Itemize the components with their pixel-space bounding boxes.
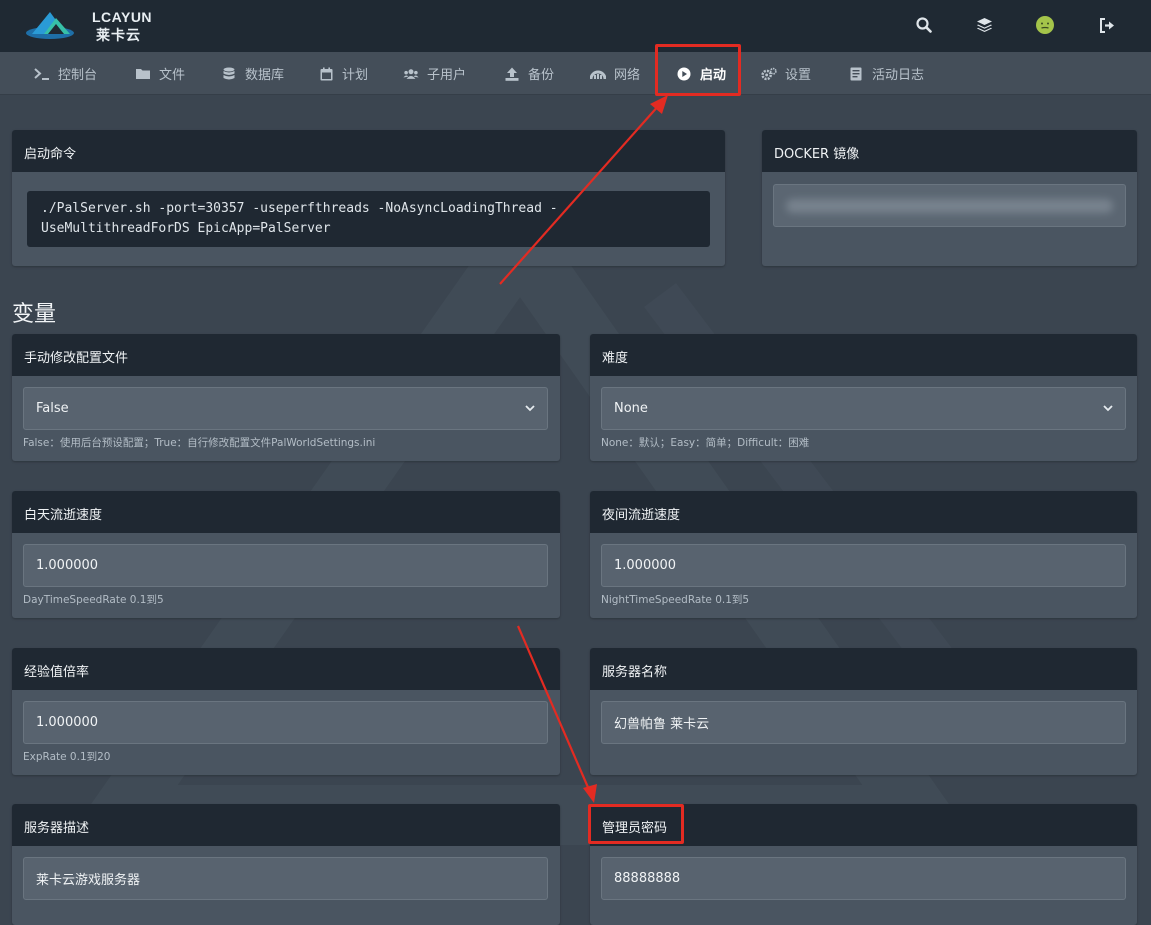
docker-image-field[interactable] xyxy=(773,184,1126,227)
network-icon xyxy=(590,67,606,81)
search-icon[interactable] xyxy=(914,15,934,35)
day-speed-card: 白天流逝速度 1.000000 DayTimeSpeedRate 0.1到5 xyxy=(12,491,560,618)
gears-icon xyxy=(761,67,777,81)
difficulty-value: None xyxy=(614,401,648,416)
play-icon xyxy=(676,67,692,81)
server-desc-input[interactable]: 莱卡云游戏服务器 xyxy=(23,857,548,900)
manual-config-hint: False：使用后台预设配置；True：自行修改配置文件PalWorldSett… xyxy=(23,437,376,449)
blurred-image-value xyxy=(786,198,1113,213)
logo-text-cn: 莱卡云 xyxy=(96,28,141,44)
log-icon xyxy=(848,67,864,81)
manual-config-card: 手动修改配置文件 False False：使用后台预设配置；True：自行修改配… xyxy=(12,334,560,461)
server-name-input[interactable]: 幻兽帕鲁 莱卡云 xyxy=(601,701,1126,744)
tab-backups[interactable]: 备份 xyxy=(504,52,554,95)
tab-settings[interactable]: 设置 xyxy=(761,52,811,95)
terminal-icon xyxy=(34,67,50,81)
startup-command-card: 启动命令 ./PalServer.sh -port=30357 -useperf… xyxy=(12,130,725,266)
tab-database[interactable]: 数据库 xyxy=(221,52,284,95)
tab-network[interactable]: 网络 xyxy=(590,52,640,95)
logo[interactable]: LCAYUN 莱卡云 xyxy=(26,8,156,44)
top-bar: LCAYUN 莱卡云 xyxy=(0,0,1151,52)
server-desc-card: 服务器描述 莱卡云游戏服务器 xyxy=(12,804,560,925)
startup-command-line-2: UseMultithreadForDS EpicApp=PalServer xyxy=(41,221,331,236)
docker-image-title: DOCKER 镜像 xyxy=(762,130,1137,172)
logo-mark-icon xyxy=(26,12,74,39)
tab-activity-log-label: 活动日志 xyxy=(872,68,925,83)
day-speed-hint: DayTimeSpeedRate 0.1到5 xyxy=(23,594,164,606)
layers-icon[interactable] xyxy=(974,15,994,35)
logout-icon[interactable] xyxy=(1097,15,1117,35)
avatar-icon[interactable] xyxy=(1035,15,1055,35)
manual-config-select[interactable]: False xyxy=(23,387,548,430)
tab-subusers[interactable]: 子用户 xyxy=(403,52,466,95)
tab-console[interactable]: 控制台 xyxy=(34,52,97,95)
exp-rate-card: 经验值倍率 1.000000 ExpRate 0.1到20 xyxy=(12,648,560,775)
admin-password-card: 管理员密码 88888888 xyxy=(590,804,1137,925)
server-name-label: 服务器名称 xyxy=(590,648,1137,690)
startup-command-line-1: ./PalServer.sh -port=30357 -useperfthrea… xyxy=(41,201,558,216)
tab-schedules-label: 计划 xyxy=(342,68,369,83)
tab-database-label: 数据库 xyxy=(245,68,285,83)
exp-rate-hint: ExpRate 0.1到20 xyxy=(23,751,111,763)
tab-settings-label: 设置 xyxy=(785,68,812,83)
tab-startup-label: 启动 xyxy=(700,68,727,83)
database-icon xyxy=(221,67,237,81)
difficulty-card: 难度 None None：默认；Easy：简单；Difficult：困难 xyxy=(590,334,1137,461)
startup-command-title: 启动命令 xyxy=(12,130,725,172)
users-icon xyxy=(403,67,419,81)
calendar-icon xyxy=(318,67,334,81)
manual-config-label: 手动修改配置文件 xyxy=(12,334,560,376)
difficulty-label: 难度 xyxy=(590,334,1137,376)
difficulty-select[interactable]: None xyxy=(601,387,1126,430)
variables-section-title: 变量 xyxy=(12,302,57,327)
logo-text-en: LCAYUN xyxy=(92,9,153,25)
manual-config-value: False xyxy=(36,401,69,416)
tab-console-label: 控制台 xyxy=(58,68,98,83)
tab-activity-log[interactable]: 活动日志 xyxy=(848,52,924,95)
chevron-down-icon xyxy=(525,401,535,416)
server-desc-label: 服务器描述 xyxy=(12,804,560,846)
exp-rate-input[interactable]: 1.000000 xyxy=(23,701,548,744)
folder-icon xyxy=(135,67,151,81)
docker-image-card: DOCKER 镜像 xyxy=(762,130,1137,266)
arrowhead-startup xyxy=(650,95,668,114)
admin-password-label: 管理员密码 xyxy=(590,804,1137,846)
arrowhead-password xyxy=(583,784,597,803)
exp-rate-label: 经验值倍率 xyxy=(12,648,560,690)
night-speed-card: 夜间流逝速度 1.000000 NightTimeSpeedRate 0.1到5 xyxy=(590,491,1137,618)
nav-bar: 控制台 文件 数据库 计划 子用户 备份 网络 启动 设置 活动日志 xyxy=(0,52,1151,95)
tab-subusers-label: 子用户 xyxy=(427,68,467,83)
tab-files-label: 文件 xyxy=(159,68,186,83)
night-speed-label: 夜间流逝速度 xyxy=(590,491,1137,533)
difficulty-hint: None：默认；Easy：简单；Difficult：困难 xyxy=(601,437,810,449)
day-speed-input[interactable]: 1.000000 xyxy=(23,544,548,587)
day-speed-label: 白天流逝速度 xyxy=(12,491,560,533)
night-speed-input[interactable]: 1.000000 xyxy=(601,544,1126,587)
startup-command-box[interactable]: ./PalServer.sh -port=30357 -useperfthrea… xyxy=(27,191,710,247)
tab-schedules[interactable]: 计划 xyxy=(318,52,368,95)
tab-network-label: 网络 xyxy=(614,68,641,83)
chevron-down-icon xyxy=(1103,401,1113,416)
server-name-card: 服务器名称 幻兽帕鲁 莱卡云 xyxy=(590,648,1137,775)
tab-backups-label: 备份 xyxy=(528,68,555,83)
night-speed-hint: NightTimeSpeedRate 0.1到5 xyxy=(601,594,750,606)
upload-icon xyxy=(504,67,520,81)
tab-files[interactable]: 文件 xyxy=(135,52,185,95)
tab-startup[interactable]: 启动 xyxy=(676,52,726,95)
admin-password-input[interactable]: 88888888 xyxy=(601,857,1126,900)
